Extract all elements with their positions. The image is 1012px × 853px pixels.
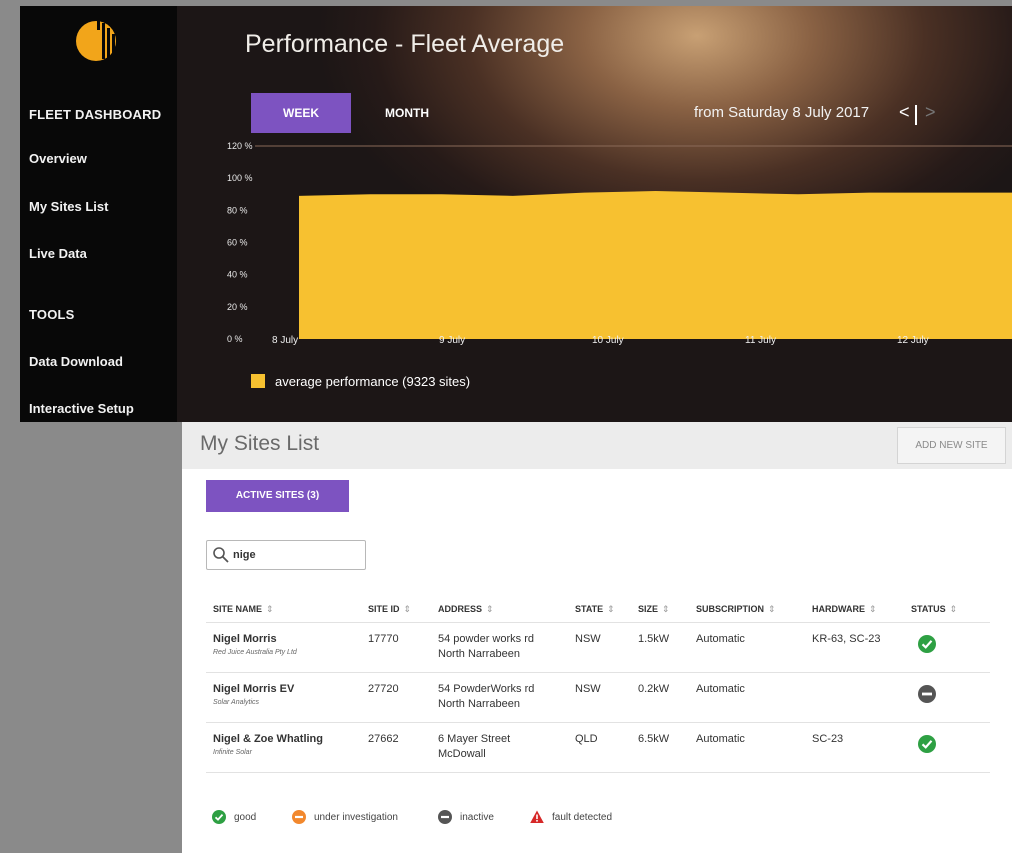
site-company: Solar Analytics	[213, 699, 260, 706]
y-tick-label: 0 %	[227, 334, 243, 344]
performance-hero: Performance - Fleet Average WEEK MONTH f…	[177, 6, 1012, 422]
site-name[interactable]: Nigel Morris EV	[213, 683, 294, 695]
y-tick-label: 20 %	[227, 302, 248, 312]
column-header-state[interactable]: STATE ⇕	[575, 604, 615, 615]
legend-swatch	[251, 374, 265, 388]
site-name[interactable]: Nigel & Zoe Whatling	[213, 733, 323, 745]
address-line-2: North Narrabeen	[438, 648, 520, 660]
status-investigation-icon	[292, 810, 306, 824]
table-row[interactable]: Nigel & Zoe Whatling Infinite Solar 27662…	[206, 722, 990, 772]
site-id: 27720	[368, 683, 399, 695]
address-line-1: 54 PowderWorks rd	[438, 683, 535, 695]
status-inactive-icon	[918, 685, 936, 703]
legend-investigation-label: under investigation	[314, 812, 398, 823]
x-tick-label: 12 July	[897, 335, 929, 346]
site-hardware: SC-23	[812, 733, 844, 745]
site-size: 6.5kW	[638, 733, 670, 745]
status-good-icon	[212, 810, 226, 824]
y-tick-label: 40 %	[227, 270, 248, 280]
address-line-2: North Narrabeen	[438, 698, 520, 710]
y-tick-label: 80 %	[227, 205, 248, 215]
search-input[interactable]	[233, 546, 361, 564]
column-header-size[interactable]: SIZE ⇕	[638, 604, 670, 615]
address-line-1: 6 Mayer Street	[438, 733, 511, 745]
performance-area	[299, 191, 1012, 339]
my-sites-panel: My Sites List ADD NEW SITE ACTIVE SITES …	[182, 422, 1012, 853]
x-tick-label: 9 July	[439, 335, 465, 346]
legend-good-label: good	[234, 812, 257, 823]
column-header-hardware[interactable]: HARDWARE ⇕	[812, 604, 877, 615]
add-new-site-button[interactable]: ADD NEW SITE	[897, 427, 1006, 464]
site-subscription: Automatic	[696, 683, 745, 695]
site-state: NSW	[575, 683, 601, 695]
performance-chart: 0 % 20 % 40 % 60 % 80 % 100 % 120 % 8 July 9 Jul…	[227, 141, 1012, 346]
column-header-subscription[interactable]: SUBSCRIPTION ⇕	[696, 604, 776, 615]
site-id: 27662	[368, 733, 399, 745]
site-size: 1.5kW	[638, 633, 670, 645]
site-subscription: Automatic	[696, 733, 745, 745]
sidebar: FLEET DASHBOARD Overview My Sites List L…	[20, 6, 177, 422]
x-tick-label: 11 July	[745, 335, 776, 346]
tools-heading: TOOLS	[29, 307, 75, 322]
table-row[interactable]: Nigel Morris Red Juice Australia Pty Ltd …	[206, 622, 990, 672]
table-divider	[206, 772, 990, 773]
address-line-2: McDowall	[438, 748, 486, 760]
panel-header: My Sites List ADD NEW SITE	[182, 422, 1012, 469]
site-state: QLD	[575, 733, 598, 745]
sidebar-item-data-download[interactable]: Data Download	[29, 354, 123, 369]
site-hardware: KR-63, SC-23	[812, 633, 881, 645]
legend-inactive-label: inactive	[460, 812, 494, 823]
column-header-site-id[interactable]: SITE ID ⇕	[368, 604, 411, 615]
column-header-address[interactable]: ADDRESS ⇕	[438, 604, 494, 615]
y-tick-label: 100 %	[227, 173, 253, 183]
site-id: 17770	[368, 633, 399, 645]
column-header-status[interactable]: STATUS ⇕	[911, 604, 957, 615]
legend-fault-label: fault detected	[552, 812, 613, 823]
fleet-dashboard-heading: FLEET DASHBOARD	[29, 107, 162, 122]
y-tick-label: 60 %	[227, 238, 248, 248]
site-state: NSW	[575, 633, 601, 645]
site-company: Infinite Solar	[213, 749, 252, 756]
logo-icon	[76, 20, 116, 61]
status-inactive-icon	[438, 810, 452, 824]
y-tick-label: 120 %	[227, 141, 253, 151]
panel-title: My Sites List	[200, 432, 320, 455]
sidebar-item-interactive-setup[interactable]: Interactive Setup	[29, 401, 134, 416]
status-fault-icon	[530, 810, 544, 823]
x-tick-label: 10 July	[592, 335, 624, 346]
status-good-icon	[918, 735, 936, 753]
search-icon	[213, 547, 229, 563]
column-header-site-name[interactable]: SITE NAME ⇕	[213, 604, 274, 615]
search-box[interactable]	[206, 540, 366, 570]
x-tick-label: 8 July	[272, 335, 298, 346]
site-name[interactable]: Nigel Morris	[213, 633, 277, 645]
tab-active-sites[interactable]: ACTIVE SITES (3)	[206, 480, 349, 512]
sidebar-item-live-data[interactable]: Live Data	[29, 246, 87, 261]
sidebar-item-overview[interactable]: Overview	[29, 151, 87, 166]
legend-label: average performance (9323 sites)	[275, 374, 471, 389]
status-good-icon	[918, 635, 936, 653]
site-subscription: Automatic	[696, 633, 745, 645]
sidebar-item-my-sites-list[interactable]: My Sites List	[29, 199, 108, 214]
site-size: 0.2kW	[638, 683, 670, 695]
table-row[interactable]: Nigel Morris EV Solar Analytics 27720 54 …	[206, 672, 990, 722]
site-company: Red Juice Australia Pty Ltd	[213, 649, 297, 656]
address-line-1: 54 powder works rd	[438, 633, 534, 645]
